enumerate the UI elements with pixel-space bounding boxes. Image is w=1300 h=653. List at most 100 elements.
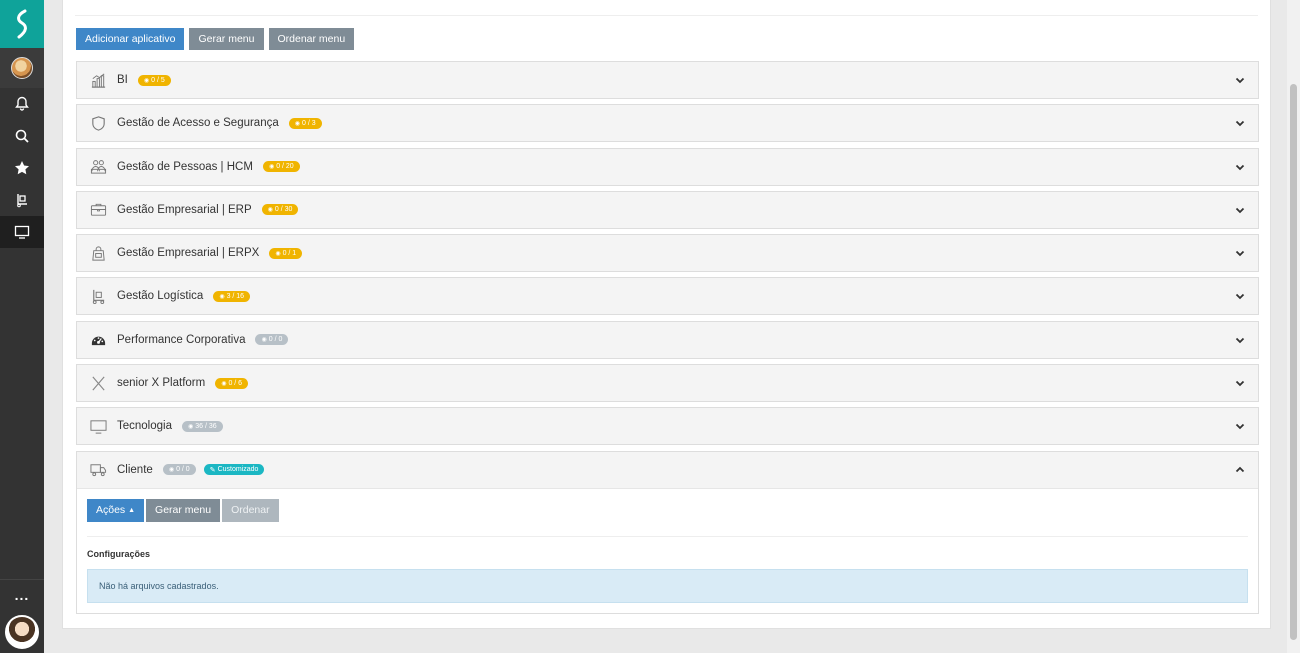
chevron-up-icon[interactable] <box>1234 464 1246 476</box>
badge-text: Customizado <box>217 466 259 474</box>
eye-icon: ◉ <box>168 467 175 474</box>
group-erpx[interactable]: Gestão Empresarial | ERPX ◉ 0 / 1 <box>76 234 1259 273</box>
group-performance[interactable]: Performance Corporativa ◉ 0 / 0 <box>76 320 1259 359</box>
group-name: Gestão Logística <box>117 290 204 303</box>
group-client-header[interactable]: Cliente ◉ 0 / 0 ✎ Customizado <box>77 451 1258 489</box>
eye-icon: ◉ <box>261 337 267 344</box>
count-badge: ◉ 36 / 36 <box>181 420 223 432</box>
dolly-icon[interactable] <box>0 184 44 216</box>
x-icon <box>89 374 107 392</box>
generate-menu-button[interactable]: Gerar menu <box>189 28 264 50</box>
custom-badge: ✎ Customizado <box>203 464 265 476</box>
badge-text: 0 / 6 <box>228 379 243 387</box>
people-icon <box>89 158 107 176</box>
bag-icon <box>89 244 107 262</box>
eye-icon: ◉ <box>143 77 150 84</box>
client-generate-menu-button[interactable]: Gerar menu <box>146 498 221 522</box>
chevron-down-icon[interactable] <box>1234 247 1246 259</box>
group-client-body: Ações ▲ Gerar menu Ordenar Configurações… <box>77 489 1258 613</box>
more-menu-button[interactable]: ... <box>0 579 44 609</box>
group-name: Gestão de Pessoas | HCM <box>117 160 253 173</box>
app-groups: BI ◉ 0 / 5 Gestão de Acesso e Segurança ◉… <box>76 61 1259 619</box>
client-sort-button[interactable]: Ordenar <box>222 498 279 522</box>
group-name: Cliente <box>117 463 153 476</box>
button-label: Ações <box>96 504 126 517</box>
shield-icon <box>89 114 107 132</box>
user-avatar-top[interactable] <box>0 48 44 88</box>
scrollbar-thumb[interactable] <box>1290 84 1297 640</box>
badge-text: 0 / 0 <box>268 336 283 344</box>
badge-text: 0 / 1 <box>282 249 297 257</box>
chevron-down-icon[interactable] <box>1234 377 1246 389</box>
senior-logo-icon[interactable] <box>0 0 44 48</box>
group-erp[interactable]: Gestão Empresarial | ERP ◉ 0 / 30 <box>76 190 1259 229</box>
group-name: Gestão Empresarial | ERP <box>117 203 252 216</box>
count-badge: ◉ 0 / 1 <box>269 247 303 259</box>
group-access-security[interactable]: Gestão de Acesso e Segurança ◉ 0 / 3 <box>76 104 1259 143</box>
client-toolbar: Ações ▲ Gerar menu Ordenar <box>87 498 1248 522</box>
monitor-icon[interactable] <box>0 216 44 248</box>
count-badge: ◉ 0 / 6 <box>215 377 249 389</box>
star-icon[interactable] <box>0 152 44 184</box>
eye-icon: ◉ <box>294 120 300 127</box>
badge-text: 0 / 0 <box>176 466 190 474</box>
chevron-down-icon[interactable] <box>1234 117 1246 129</box>
eye-icon: ◉ <box>187 423 194 430</box>
dashboard-icon <box>89 331 107 349</box>
group-technology[interactable]: Tecnologia ◉ 36 / 36 <box>76 407 1259 446</box>
chevron-down-icon[interactable] <box>1234 74 1246 86</box>
chevron-down-icon[interactable] <box>1234 204 1246 216</box>
group-name: Tecnologia <box>117 420 172 433</box>
search-icon[interactable] <box>0 120 44 152</box>
count-badge: ◉ 0 / 20 <box>262 161 300 173</box>
chevron-down-icon[interactable] <box>1234 334 1246 346</box>
badge-text: 36 / 36 <box>195 422 217 430</box>
count-badge: ◉ 3 / 16 <box>213 290 251 302</box>
group-senior-x[interactable]: senior X Platform ◉ 0 / 6 <box>76 364 1259 403</box>
count-badge: ◉ 0 / 3 <box>288 117 322 129</box>
group-bi[interactable]: BI ◉ 0 / 5 <box>76 61 1259 99</box>
briefcase-icon <box>89 201 107 219</box>
wrench-icon: ✎ <box>209 466 216 474</box>
sidebar: ... <box>0 0 44 653</box>
eye-icon: ◉ <box>221 380 227 387</box>
badge-text: 0 / 5 <box>151 76 165 84</box>
add-app-button[interactable]: Adicionar aplicativo <box>76 28 185 50</box>
chevron-down-icon[interactable] <box>1234 420 1246 432</box>
divider <box>87 535 1248 537</box>
count-badge: ◉ 0 / 0 <box>255 334 289 346</box>
actions-dropdown-button[interactable]: Ações ▲ <box>87 498 145 522</box>
eye-icon: ◉ <box>275 250 281 257</box>
chart-bars-icon <box>89 71 107 89</box>
badge-text: 3 / 16 <box>226 292 245 300</box>
support-avatar[interactable] <box>5 615 39 649</box>
badge-text: 0 / 20 <box>276 163 294 171</box>
group-name: senior X Platform <box>117 377 206 390</box>
eye-icon: ◉ <box>267 207 273 214</box>
group-name: Gestão de Acesso e Segurança <box>117 117 279 130</box>
count-badge: ◉ 0 / 0 <box>162 464 196 476</box>
scrollbar[interactable] <box>1287 0 1300 653</box>
badge-text: 0 / 3 <box>302 119 316 127</box>
section-title: Configurações <box>87 548 151 559</box>
count-badge: ◉ 0 / 5 <box>137 74 171 86</box>
group-logistics[interactable]: Gestão Logística ◉ 3 / 16 <box>76 277 1259 316</box>
main-toolbar: Adicionar aplicativo Gerar menu Ordenar … <box>76 28 355 50</box>
chevron-down-icon[interactable] <box>1234 290 1246 302</box>
chevron-down-icon[interactable] <box>1234 161 1246 173</box>
main-panel: Adicionar aplicativo Gerar menu Ordenar … <box>62 0 1271 629</box>
caret-up-icon: ▲ <box>128 506 136 514</box>
bell-icon[interactable] <box>0 88 44 120</box>
group-name: Performance Corporativa <box>117 333 246 346</box>
group-name: Gestão Empresarial | ERPX <box>117 247 260 260</box>
count-badge: ◉ 0 / 30 <box>261 204 299 216</box>
group-hcm[interactable]: Gestão de Pessoas | HCM ◉ 0 / 20 <box>76 147 1259 186</box>
divider <box>75 15 1258 16</box>
empty-state-alert: Não há arquivos cadastrados. <box>87 568 1248 603</box>
sort-menu-button[interactable]: Ordenar menu <box>268 28 355 50</box>
monitor-icon <box>89 417 107 435</box>
group-client: Cliente ◉ 0 / 0 ✎ Customizado Ações ▲ Gera… <box>76 450 1259 614</box>
badge-text: 0 / 30 <box>274 206 293 214</box>
eye-icon: ◉ <box>219 293 225 300</box>
eye-icon: ◉ <box>268 164 275 171</box>
